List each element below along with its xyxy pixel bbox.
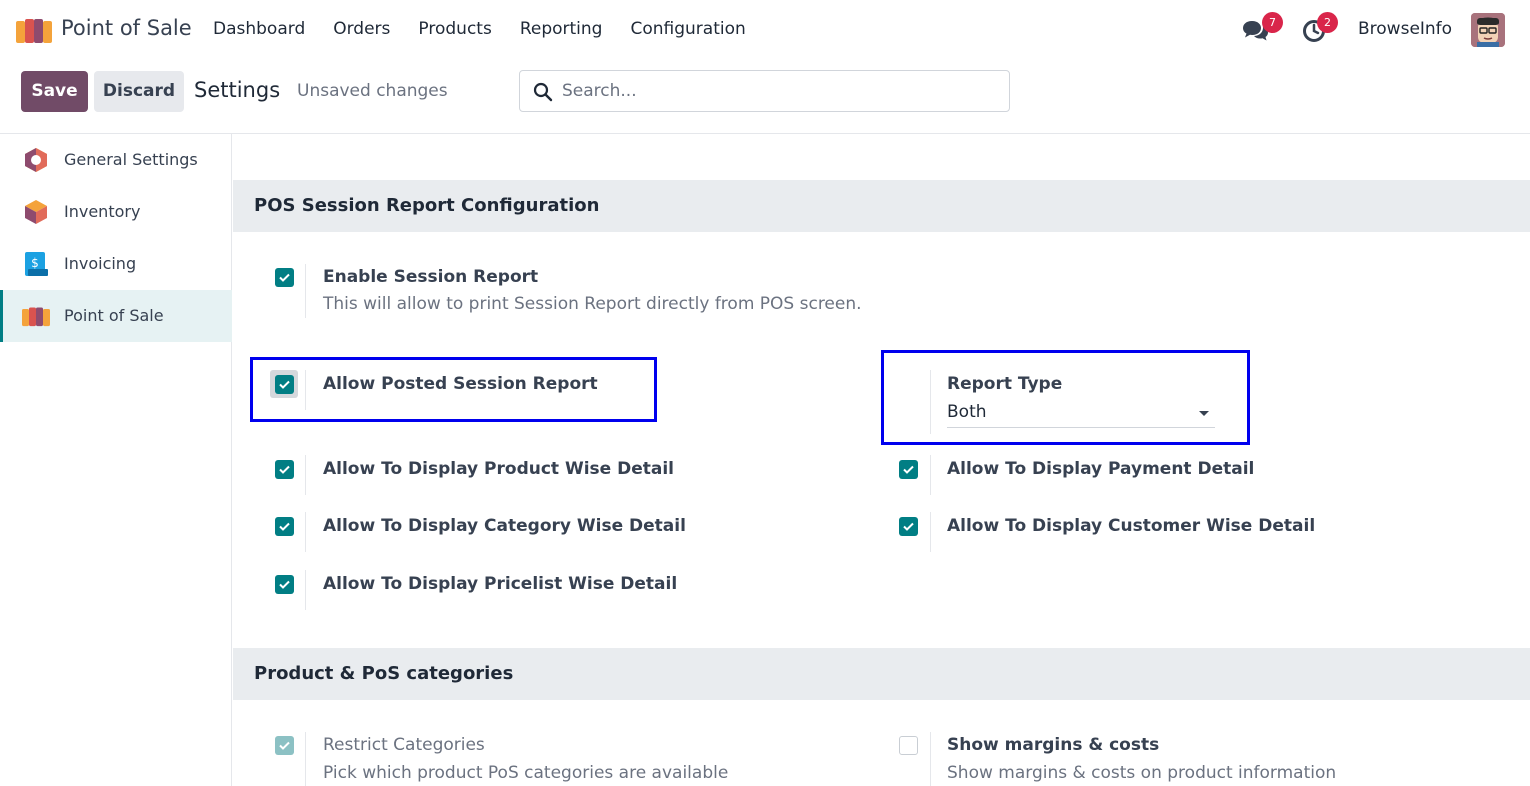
caret-down-icon — [1199, 411, 1209, 416]
user-name[interactable]: BrowseInfo — [1358, 19, 1452, 39]
app-name[interactable]: Point of Sale — [61, 16, 192, 40]
invoicing-icon: $ — [25, 252, 48, 276]
checkmark-icon — [279, 273, 290, 282]
divider — [930, 732, 931, 786]
restrict-categories-help: Pick which product PoS categories are av… — [323, 763, 729, 783]
divider — [305, 732, 306, 786]
category-wise-detail-checkbox[interactable] — [275, 517, 294, 536]
section-title: POS Session Report Configuration — [254, 195, 600, 216]
report-type-select[interactable]: Both — [947, 402, 1215, 428]
payment-detail-label: Allow To Display Payment Detail — [947, 459, 1255, 479]
search-icon — [533, 82, 553, 102]
show-margins-label: Show margins & costs — [947, 735, 1160, 755]
menu-dashboard[interactable]: Dashboard — [213, 19, 305, 39]
payment-detail-checkbox[interactable] — [899, 460, 918, 479]
checkmark-icon — [279, 580, 290, 589]
sidebar-item-inventory[interactable]: Inventory — [0, 186, 232, 238]
divider — [305, 570, 306, 610]
product-wise-detail-checkbox[interactable] — [275, 460, 294, 479]
report-type-label: Report Type — [947, 374, 1063, 394]
show-margins-help: Show margins & costs on product informat… — [947, 763, 1337, 783]
sidebar-item-label: Invoicing — [64, 254, 137, 273]
discard-button[interactable]: Discard — [94, 71, 184, 112]
divider — [930, 512, 931, 552]
divider — [305, 264, 306, 318]
restrict-categories-checkbox[interactable] — [275, 736, 294, 755]
divider — [930, 370, 931, 434]
divider — [305, 455, 306, 495]
user-avatar-icon — [1471, 13, 1505, 47]
main-menu: Dashboard Orders Products Reporting Conf… — [213, 19, 746, 39]
sidebar-item-general-settings[interactable]: General Settings — [0, 134, 232, 186]
top-navbar: Point of Sale Dashboard Orders Products … — [0, 0, 1530, 60]
messages-badge: 7 — [1262, 12, 1283, 33]
product-wise-detail-label: Allow To Display Product Wise Detail — [323, 459, 675, 479]
save-button[interactable]: Save — [21, 71, 88, 112]
menu-configuration[interactable]: Configuration — [630, 19, 745, 39]
enable-session-report-checkbox[interactable] — [275, 268, 294, 287]
search-bar[interactable] — [519, 70, 1010, 112]
customer-wise-detail-label: Allow To Display Customer Wise Detail — [947, 516, 1316, 536]
restrict-categories-label: Restrict Categories — [323, 735, 485, 755]
menu-products[interactable]: Products — [418, 19, 491, 39]
enable-session-report-label: Enable Session Report — [323, 267, 539, 287]
settings-sidebar: General Settings Inventory $ Invoicing P… — [0, 134, 232, 786]
show-margins-checkbox[interactable] — [899, 736, 918, 755]
checkmark-icon — [279, 380, 290, 389]
pricelist-wise-detail-label: Allow To Display Pricelist Wise Detail — [323, 574, 678, 594]
page-title: Settings — [194, 78, 281, 102]
allow-posted-session-report-checkbox[interactable] — [275, 375, 294, 394]
checkmark-icon — [279, 465, 290, 474]
avatar[interactable] — [1471, 13, 1505, 47]
svg-text:$: $ — [31, 256, 39, 270]
point-of-sale-icon[interactable] — [16, 17, 52, 43]
menu-orders[interactable]: Orders — [333, 19, 390, 39]
sidebar-item-invoicing[interactable]: $ Invoicing — [0, 238, 232, 290]
checkmark-icon — [279, 522, 290, 531]
pricelist-wise-detail-checkbox[interactable] — [275, 575, 294, 594]
customer-wise-detail-checkbox[interactable] — [899, 517, 918, 536]
general-settings-icon — [25, 148, 47, 172]
divider — [305, 512, 306, 552]
unsaved-status: Unsaved changes — [297, 81, 448, 101]
checkmark-icon — [903, 465, 914, 474]
checkmark-icon — [903, 522, 914, 531]
divider — [305, 370, 306, 410]
enable-session-report-help: This will allow to print Session Report … — [323, 294, 862, 314]
sidebar-item-point-of-sale[interactable]: Point of Sale — [0, 290, 232, 342]
report-type-value: Both — [947, 402, 987, 422]
divider — [930, 455, 931, 495]
section-title: Product & PoS categories — [254, 663, 514, 684]
inventory-icon — [25, 200, 47, 224]
allow-posted-session-report-label: Allow Posted Session Report — [323, 374, 598, 394]
highlight-box — [881, 350, 1250, 445]
sidebar-item-label: Inventory — [64, 202, 141, 221]
search-input[interactable] — [562, 80, 992, 102]
section-header-product-categories: Product & PoS categories — [233, 648, 1530, 700]
sidebar-item-label: Point of Sale — [64, 306, 164, 325]
sidebar-item-label: General Settings — [64, 150, 198, 169]
point-of-sale-icon — [22, 307, 50, 327]
category-wise-detail-label: Allow To Display Category Wise Detail — [323, 516, 686, 536]
menu-reporting[interactable]: Reporting — [520, 19, 603, 39]
section-header-pos-session-report: POS Session Report Configuration — [233, 180, 1530, 232]
activities-badge: 2 — [1317, 12, 1338, 33]
checkmark-icon — [279, 741, 290, 750]
